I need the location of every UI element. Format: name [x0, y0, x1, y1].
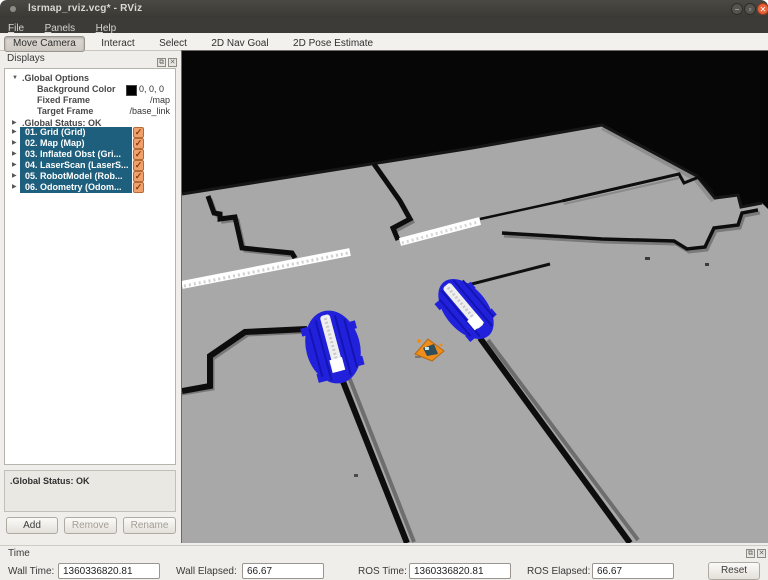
displays-panel: Displays ⧉ ✕ ▼ .Global Options Backgroun… — [0, 50, 180, 540]
ros-elapsed-label: ROS Elapsed: — [527, 563, 590, 580]
displays-tree: ▼ .Global Options Background Color 0, 0,… — [4, 68, 176, 465]
tool-2d-nav-goal[interactable]: 2D Nav Goal — [203, 37, 276, 51]
tool-2d-pose-estimate[interactable]: 2D Pose Estimate — [285, 37, 381, 51]
collapsed-arrow-icon[interactable]: ▶ — [12, 127, 20, 138]
displays-panel-title: Displays — [7, 53, 45, 64]
add-button[interactable]: Add — [6, 517, 58, 534]
display-row-inflated-obst[interactable]: ▶ 03. Inflated Obst (Gri... ✓ — [5, 149, 175, 160]
collapsed-arrow-icon[interactable]: ▶ — [12, 171, 20, 182]
display-label: 05. RobotModel (Rob... — [25, 171, 123, 182]
map-3d-scene — [182, 51, 768, 543]
app-icon — [10, 6, 16, 12]
global-options-label: .Global Options — [22, 73, 89, 84]
collapsed-arrow-icon[interactable]: ▶ — [12, 138, 20, 149]
minimize-button[interactable]: − — [731, 3, 743, 15]
map-speck — [354, 474, 358, 477]
close-panel-icon[interactable]: ✕ — [168, 58, 177, 67]
close-button[interactable]: ✕ — [757, 3, 768, 15]
display-label: 01. Grid (Grid) — [25, 127, 86, 138]
property-name: Fixed Frame — [37, 95, 90, 106]
time-panel: Time ⧉ ✕ Wall Time: Wall Elapsed: ROS Ti… — [0, 545, 768, 580]
float-panel-icon[interactable]: ⧉ — [157, 58, 166, 67]
time-panel-title: Time — [8, 548, 30, 559]
wall-elapsed-input[interactable] — [242, 563, 324, 579]
collapsed-arrow-icon[interactable]: ▶ — [12, 182, 20, 193]
rename-button[interactable]: Rename — [123, 517, 176, 534]
property-value: /base_link — [129, 106, 170, 117]
wall-time-label: Wall Time: — [8, 563, 54, 580]
collapsed-arrow-icon[interactable]: ▶ — [12, 149, 20, 160]
collapsed-arrow-icon[interactable]: ▶ — [12, 160, 20, 171]
title-bar[interactable]: lsrmap_rviz.vcg* - RViz − ▫ ✕ — [0, 0, 768, 18]
rviz-window: lsrmap_rviz.vcg* - RViz − ▫ ✕ File Panel… — [0, 0, 768, 580]
expanded-arrow-icon[interactable]: ▼ — [12, 73, 20, 84]
wall-elapsed-label: Wall Elapsed: — [176, 563, 237, 580]
property-value: 0, 0, 0 — [139, 84, 164, 95]
map-speck — [705, 263, 709, 266]
checkbox-checked-icon[interactable]: ✓ — [133, 171, 144, 182]
checkbox-checked-icon[interactable]: ✓ — [133, 182, 144, 193]
display-label: 06. Odometry (Odom... — [25, 182, 122, 193]
display-row-robotmodel[interactable]: ▶ 05. RobotModel (Rob... ✓ — [5, 171, 175, 182]
property-background-color[interactable]: Background Color 0, 0, 0 — [5, 84, 175, 95]
remove-button[interactable]: Remove — [64, 517, 117, 534]
property-target-frame[interactable]: Target Frame /base_link — [5, 106, 175, 117]
checkbox-checked-icon[interactable]: ✓ — [133, 127, 144, 138]
display-row-odometry[interactable]: ▶ 06. Odometry (Odom... ✓ — [5, 182, 175, 193]
tool-select[interactable]: Select — [151, 37, 195, 51]
float-panel-icon[interactable]: ⧉ — [746, 549, 755, 558]
checkbox-checked-icon[interactable]: ✓ — [133, 160, 144, 171]
tool-bar: Move Camera Interact Select 2D Nav Goal … — [0, 33, 768, 51]
menu-bar: File Panels Help — [0, 18, 768, 33]
maximize-button[interactable]: ▫ — [744, 3, 756, 15]
close-panel-icon[interactable]: ✕ — [757, 549, 766, 558]
display-row-grid[interactable]: ▶ 01. Grid (Grid) ✓ — [5, 127, 175, 138]
property-fixed-frame[interactable]: Fixed Frame /map — [5, 95, 175, 106]
property-name: Background Color — [37, 84, 116, 95]
ros-time-label: ROS Time: — [358, 563, 407, 580]
render-viewport[interactable] — [181, 50, 768, 543]
checkbox-checked-icon[interactable]: ✓ — [133, 138, 144, 149]
display-label: 04. LaserScan (LaserS... — [25, 160, 129, 171]
display-label: 03. Inflated Obst (Gri... — [25, 149, 121, 160]
ros-elapsed-input[interactable] — [592, 563, 674, 579]
display-row-laserscan[interactable]: ▶ 04. LaserScan (LaserS... ✓ — [5, 160, 175, 171]
wall-time-input[interactable] — [58, 563, 160, 579]
property-value: /map — [150, 95, 170, 106]
map-speck — [645, 257, 650, 260]
ros-time-input[interactable] — [409, 563, 511, 579]
display-label: 02. Map (Map) — [25, 138, 85, 149]
window-title: lsrmap_rviz.vcg* - RViz — [28, 3, 142, 14]
display-row-map[interactable]: ▶ 02. Map (Map) ✓ — [5, 138, 175, 149]
tool-interact[interactable]: Interact — [93, 37, 142, 51]
property-name: Target Frame — [37, 106, 93, 117]
tree-item-global-options[interactable]: ▼ .Global Options — [5, 73, 175, 84]
global-status-box: .Global Status: OK — [4, 470, 176, 512]
reset-button[interactable]: Reset — [708, 562, 760, 580]
checkbox-checked-icon[interactable]: ✓ — [133, 149, 144, 160]
